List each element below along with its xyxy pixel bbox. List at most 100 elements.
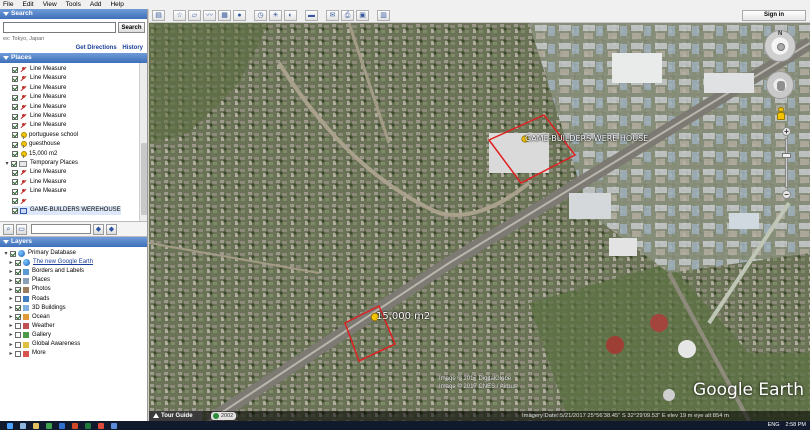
expand-icon[interactable]: ▸ xyxy=(8,314,14,320)
layer-checkbox[interactable] xyxy=(15,341,21,348)
layer-item[interactable]: ▸ Ocean xyxy=(8,313,50,322)
layer-item[interactable]: ▸ 3D Buildings xyxy=(8,304,66,313)
expand-icon[interactable]: ▾ xyxy=(4,161,10,167)
layer-checkbox[interactable] xyxy=(15,323,21,330)
layer-checkbox[interactable] xyxy=(15,305,21,312)
imagery-year-chip[interactable]: 2002 xyxy=(211,412,237,420)
search-header[interactable]: Search xyxy=(0,9,147,19)
path-icon[interactable]: 〰 xyxy=(203,10,216,21)
expand-icon[interactable]: ▸ xyxy=(8,305,14,311)
expand-icon[interactable]: ▾ xyxy=(3,251,9,257)
layer-checkbox[interactable] xyxy=(15,350,21,357)
places-header[interactable]: Places xyxy=(0,53,147,63)
place-checkbox[interactable] xyxy=(12,113,18,120)
start-icon[interactable] xyxy=(7,422,13,429)
search-input[interactable] xyxy=(3,22,116,33)
maps-icon[interactable]: ▥ xyxy=(377,10,390,21)
layer-label[interactable]: The new Google Earth xyxy=(33,258,93,267)
street-view-person-icon[interactable] xyxy=(776,107,786,121)
layer-item[interactable]: ▸ Weather xyxy=(8,322,55,331)
layer-item[interactable]: ▸ Global Awareness xyxy=(8,340,80,349)
polygon-icon[interactable]: ▱ xyxy=(188,10,201,21)
sunlight-icon[interactable]: ☀ xyxy=(269,10,282,21)
place-checkbox[interactable] xyxy=(12,207,18,214)
move-down-icon[interactable]: ◆ xyxy=(93,223,104,235)
place-checkbox[interactable] xyxy=(12,198,18,205)
layer-checkbox[interactable] xyxy=(15,314,21,321)
warehouse-label[interactable]: GAME-BUILDERS WERE HOUSE xyxy=(525,134,648,143)
place-item[interactable]: Line Measure xyxy=(12,178,66,187)
get-directions-link[interactable]: Get Directions xyxy=(76,45,117,51)
expand-icon[interactable]: ▸ xyxy=(8,351,14,357)
place-checkbox[interactable] xyxy=(12,151,18,158)
menu-add[interactable]: Add xyxy=(90,0,102,9)
menu-view[interactable]: View xyxy=(43,0,57,9)
sidebar-toggle-icon[interactable]: ▤ xyxy=(152,10,165,21)
tour-guide-button[interactable]: Tour Guide xyxy=(149,411,202,421)
layer-item[interactable]: ▸ Roads xyxy=(8,295,49,304)
zoom-in-icon[interactable]: + xyxy=(782,127,791,136)
menu-help[interactable]: Help xyxy=(110,0,123,9)
expand-icon[interactable]: ▸ xyxy=(8,332,14,338)
place-item[interactable]: Line Measure xyxy=(12,112,66,121)
layer-item[interactable]: ▸ Photos xyxy=(8,285,51,294)
place-item[interactable]: Line Measure xyxy=(12,121,66,130)
panel-icon[interactable]: ▭ xyxy=(16,223,27,235)
zoom-out-icon[interactable]: − xyxy=(782,190,791,199)
historical-imagery-icon[interactable]: ◷ xyxy=(254,10,267,21)
place-item[interactable]: GAME-BUILDERS WEREHOUSE xyxy=(12,206,121,215)
place-item[interactable]: 15,000 m2 xyxy=(12,150,57,159)
look-icon[interactable] xyxy=(777,43,785,51)
place-checkbox[interactable] xyxy=(12,104,18,111)
menu-file[interactable]: File xyxy=(3,0,13,9)
chrome-icon[interactable] xyxy=(46,422,52,429)
map-view[interactable]: GAME-BUILDERS WERE HOUSE 15,000 m2 Image… xyxy=(149,23,810,421)
place-item[interactable]: Line Measure xyxy=(12,93,66,102)
expand-icon[interactable]: ▸ xyxy=(8,278,14,284)
layer-checkbox[interactable] xyxy=(15,259,21,266)
google-earth-taskbar-icon[interactable] xyxy=(111,422,117,429)
search-places-icon[interactable]: ⌕ xyxy=(3,223,14,235)
excel-icon[interactable] xyxy=(85,422,91,429)
layer-checkbox[interactable] xyxy=(15,277,21,284)
app-icon[interactable] xyxy=(98,422,104,429)
menu-tools[interactable]: Tools xyxy=(66,0,81,9)
layer-checkbox[interactable] xyxy=(15,268,21,275)
place-item[interactable]: Line Measure xyxy=(12,74,66,83)
place-item[interactable]: Line Measure xyxy=(12,168,66,177)
layer-checkbox[interactable] xyxy=(10,250,16,257)
place-checkbox[interactable] xyxy=(12,141,18,148)
save-image-icon[interactable]: ▣ xyxy=(356,10,369,21)
expand-icon[interactable]: ▸ xyxy=(8,287,14,293)
zoom-slider[interactable]: + − xyxy=(782,127,791,199)
layer-item[interactable]: ▸ Places xyxy=(8,276,50,285)
place-checkbox[interactable] xyxy=(12,94,18,101)
placemark-icon[interactable]: ☆ xyxy=(173,10,186,21)
place-item[interactable]: Line Measure xyxy=(12,65,66,74)
overlay-icon[interactable]: ▦ xyxy=(218,10,231,21)
places-filter-field[interactable] xyxy=(31,224,91,234)
clock[interactable]: 2:58 PM xyxy=(786,421,806,430)
expand-icon[interactable]: ▸ xyxy=(8,260,14,266)
layer-checkbox[interactable] xyxy=(15,286,21,293)
scrollbar-thumb[interactable] xyxy=(141,143,147,215)
file-explorer-icon[interactable] xyxy=(33,422,39,429)
powerpoint-icon[interactable] xyxy=(72,422,78,429)
sign-in-button[interactable]: Sign in xyxy=(742,10,806,21)
place-item[interactable]: Line Measure xyxy=(12,84,66,93)
layer-item[interactable]: ▸ Borders and Labels xyxy=(8,267,84,276)
print-icon[interactable]: ⎙ xyxy=(341,10,354,21)
expand-icon[interactable]: ▸ xyxy=(8,323,14,329)
layer-item[interactable]: ▾ Primary Database xyxy=(3,249,76,258)
ruler-tool-icon[interactable]: ▬ xyxy=(305,10,318,21)
place-item[interactable]: guesthouse xyxy=(12,140,60,149)
expand-icon[interactable]: ▸ xyxy=(8,342,14,348)
language-indicator[interactable]: ENG xyxy=(768,421,780,430)
expand-icon[interactable]: ▸ xyxy=(8,269,14,275)
menu-edit[interactable]: Edit xyxy=(22,0,33,9)
place-checkbox[interactable] xyxy=(12,188,18,195)
place-checkbox[interactable] xyxy=(12,75,18,82)
area-label[interactable]: 15,000 m2 xyxy=(376,311,430,322)
move-up-icon[interactable]: ◆ xyxy=(106,223,117,235)
place-item[interactable] xyxy=(12,197,30,206)
